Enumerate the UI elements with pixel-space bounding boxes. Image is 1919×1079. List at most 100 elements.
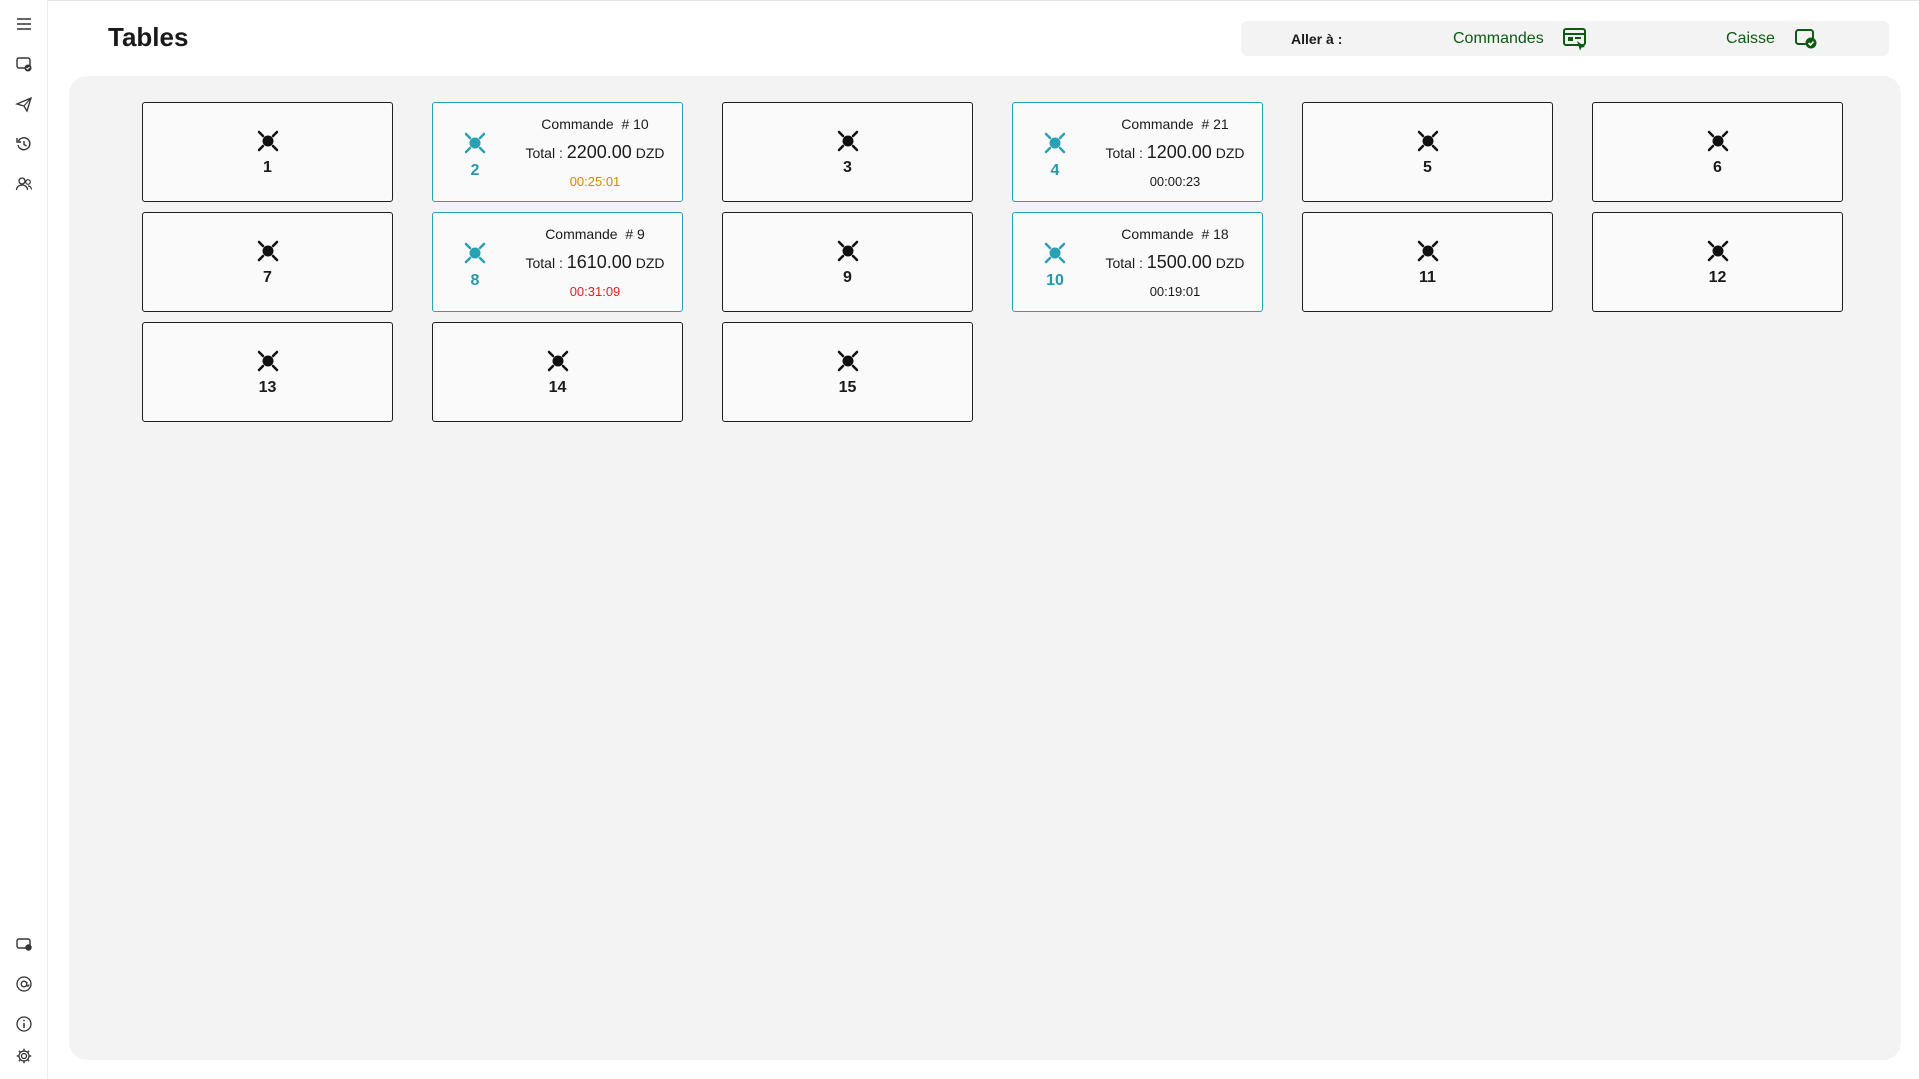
nav-history[interactable] [8,128,40,160]
table-free-icon [257,240,278,262]
menu-button[interactable] [8,8,40,40]
table-card-4[interactable]: 4 Commande # 21 Total : 1200.00 DZD 00:00:2… [1012,102,1263,202]
order-elapsed-time: 00:31:09 [569,284,621,299]
table-free-icon [837,350,858,372]
users-icon [15,177,33,191]
nav-settings[interactable] [8,1040,40,1072]
table-card-6[interactable]: 6 [1592,102,1843,202]
order-number: # 9 [625,226,645,242]
table-free-icon-wrap [1705,238,1731,264]
table-card-11[interactable]: 11 [1302,212,1553,312]
tables-canvas: 1 2 Commande # 10 Total : 2200.00 DZD 00:25:… [69,76,1901,1060]
table-free-icon [547,350,568,372]
nav-contact[interactable] [8,968,40,1000]
table-number: 14 [548,379,567,396]
table-free-icon-wrap [1415,128,1441,154]
table-free-icon-wrap [255,348,281,374]
table-number: 13 [258,379,277,396]
table-occupied-icon [1044,132,1066,154]
order-elapsed-time: 00:25:01 [569,174,621,189]
order-title: Commande # 21 [1088,116,1262,132]
table-occupied-icon-wrap [1042,240,1068,266]
order-total: Total : 1610.00 DZD [508,252,682,273]
table-number: 6 [1713,159,1722,176]
order-total: Total : 1200.00 DZD [1088,142,1262,163]
nav-device[interactable] [8,928,40,960]
table-number: 11 [1419,269,1436,286]
table-free-icon-wrap [835,348,861,374]
table-card-3[interactable]: 3 [722,102,973,202]
nav-users[interactable] [8,168,40,200]
table-card-15[interactable]: 15 [722,322,973,422]
table-card-9[interactable]: 9 [722,212,973,312]
table-number: 2 [470,162,480,179]
sidebar [0,0,48,1079]
table-card-2[interactable]: 2 Commande # 10 Total : 2200.00 DZD 00:25:0… [432,102,683,202]
nav-tables[interactable] [8,48,40,80]
page-title: Tables [108,22,189,52]
table-free-icon [1707,130,1728,152]
table-occupied-icon [464,242,486,264]
order-title: Commande # 10 [508,116,682,132]
goto-commandes-button[interactable]: Commandes [1453,21,1588,56]
total-label: Total : [1105,145,1143,161]
total-amount: 1610.00 [566,252,632,272]
order-label: Commande [1121,116,1194,132]
goto-caisse-button[interactable]: Caisse [1726,21,1819,56]
table-number: 4 [1050,162,1060,179]
total-amount: 2200.00 [566,142,632,162]
table-card-1[interactable]: 1 [142,102,393,202]
order-number: # 18 [1201,226,1229,242]
table-free-icon [257,130,278,152]
table-free-icon-wrap [545,348,571,374]
table-card-13[interactable]: 13 [142,322,393,422]
table-card-5[interactable]: 5 [1302,102,1553,202]
table-occupied-icon [1044,242,1066,264]
order-label: Commande [545,226,618,242]
table-free-icon-wrap [835,128,861,154]
table-free-icon [257,350,278,372]
order-title: Commande # 9 [508,226,682,242]
table-card-7[interactable]: 7 [142,212,393,312]
order-elapsed-time: 00:00:23 [1149,174,1201,189]
table-free-icon [1417,130,1438,152]
order-number: # 10 [621,116,649,132]
table-card-12[interactable]: 12 [1592,212,1843,312]
table-number: 1 [263,159,272,176]
table-free-icon-wrap [835,238,861,264]
table-occupied-icon-wrap [1042,130,1068,156]
table-number: 7 [263,269,272,286]
table-free-icon-wrap [1415,238,1441,264]
total-label: Total : [525,145,563,161]
total-currency: DZD [1215,255,1245,271]
table-number: 8 [470,272,480,289]
table-occupied-icon [464,132,486,154]
total-currency: DZD [635,145,665,161]
table-free-icon [837,130,858,152]
history-icon [16,137,31,151]
table-card-10[interactable]: 10 Commande # 18 Total : 1500.00 DZD 00:19:… [1012,212,1263,312]
table-card-8[interactable]: 8 Commande # 9 Total : 1610.00 DZD 00:31:09 [432,212,683,312]
goto-label: Aller à : [1291,31,1343,47]
total-amount: 1500.00 [1146,252,1212,272]
table-occupied-icon-wrap [462,130,488,156]
table-card-14[interactable]: 14 [432,322,683,422]
total-label: Total : [1105,255,1143,271]
nav-info[interactable] [8,1008,40,1040]
total-label: Total : [525,255,563,271]
goto-commandes-label: Commandes [1453,29,1544,47]
order-title: Commande # 18 [1088,226,1262,242]
table-number: 5 [1423,159,1432,176]
send-icon [15,96,33,113]
table-number: 15 [838,379,857,396]
nav-send[interactable] [8,88,40,120]
table-number: 3 [843,159,852,176]
tables-icon [16,57,32,72]
goto-bar: Aller à : Commandes Caisse [1241,21,1889,56]
table-free-icon [837,240,858,262]
at-icon [16,976,32,992]
table-occupied-icon-wrap [462,240,488,266]
total-amount: 1200.00 [1146,142,1212,162]
menu-icon [17,18,31,30]
table-free-icon-wrap [1705,128,1731,154]
